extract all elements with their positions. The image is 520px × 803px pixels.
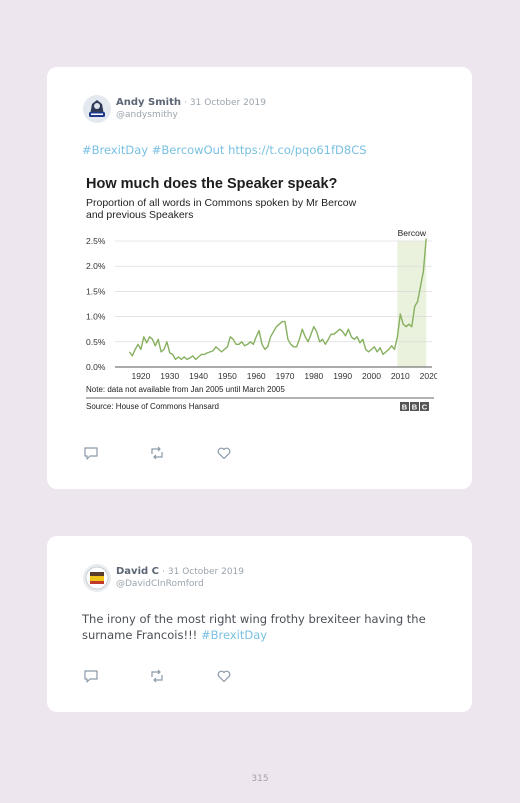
avatar[interactable]	[83, 95, 111, 123]
x-tick-label: 1980	[304, 371, 323, 381]
line-chart: How much does the Speaker speak? Proport…	[86, 176, 437, 412]
tweet-text: The irony of the most right wing frothy …	[82, 611, 442, 643]
x-tick-label: 1950	[218, 371, 237, 381]
tweet-date: 31 October 2019	[167, 567, 245, 577]
tweet-header: Andy Smith · 31 October 2019	[116, 97, 266, 108]
tweet-card: Andy Smith · 31 October 2019 @andysmithy…	[47, 67, 472, 489]
retweet-icon[interactable]	[149, 445, 165, 461]
page-number: 315	[251, 774, 269, 784]
hashtag-link[interactable]: #BrexitDay	[82, 143, 148, 157]
x-tick-label: 1930	[160, 371, 179, 381]
tweet-actions	[83, 668, 243, 684]
tweet-card: David C · 31 October 2019 @DavidCInRomfo…	[47, 536, 472, 712]
highlight-label: Bercow	[398, 228, 427, 238]
x-tick-label: 2010	[391, 371, 410, 381]
url-link[interactable]: https://t.co/pqo61fD8CS	[228, 143, 366, 157]
hashtag-link[interactable]: #BercowOut	[152, 143, 225, 157]
chart-image[interactable]: How much does the Speaker speak? Proport…	[82, 170, 437, 428]
x-tick-label: 2000	[362, 371, 381, 381]
like-icon[interactable]	[216, 668, 232, 684]
x-tick-label: 2020	[420, 371, 437, 381]
author-name[interactable]: David C	[116, 566, 159, 577]
y-tick-label: 2.5%	[86, 236, 106, 246]
chart-title: How much does the Speaker speak?	[86, 176, 338, 192]
bbc-logo: BBC	[400, 402, 429, 412]
x-tick-label: 1970	[276, 371, 295, 381]
author-handle[interactable]: @DavidCInRomford	[116, 579, 204, 589]
bbc-logo-letter: B	[402, 403, 408, 412]
y-tick-label: 0.5%	[86, 337, 106, 347]
y-tick-label: 0.0%	[86, 362, 106, 372]
series-line	[128, 238, 427, 361]
author-handle[interactable]: @andysmithy	[116, 110, 178, 120]
reply-icon[interactable]	[83, 668, 99, 684]
chart-note: Note: data not available from Jan 2005 u…	[86, 385, 285, 394]
avatar[interactable]	[83, 564, 111, 592]
bbc-logo-letter: C	[422, 403, 428, 412]
chart-subtitle-line: and previous Speakers	[86, 209, 193, 221]
reply-icon[interactable]	[83, 445, 99, 461]
highlight-band	[397, 241, 427, 367]
bbc-logo-letter: B	[412, 403, 418, 412]
x-tick-label: 1990	[333, 371, 352, 381]
y-tick-label: 2.0%	[86, 261, 106, 271]
tweet-date: 31 October 2019	[189, 98, 266, 108]
chart-source: Source: House of Commons Hansard	[86, 402, 219, 411]
y-tick-label: 1.5%	[86, 286, 106, 296]
y-tick-label: 1.0%	[86, 312, 106, 322]
retweet-icon[interactable]	[149, 668, 165, 684]
tweet-actions	[83, 445, 243, 461]
like-icon[interactable]	[216, 445, 232, 461]
chart-subtitle-line: Proportion of all words in Commons spoke…	[86, 197, 357, 209]
hashtag-link[interactable]: #BrexitDay	[201, 628, 267, 642]
x-tick-label: 1960	[247, 371, 266, 381]
tweet-header: David C · 31 October 2019	[116, 566, 245, 577]
x-tick-label: 1940	[189, 371, 208, 381]
x-tick-label: 1920	[131, 371, 150, 381]
author-name[interactable]: Andy Smith	[116, 97, 181, 108]
tweet-text: #BrexitDay #BercowOut https://t.co/pqo61…	[82, 142, 442, 158]
